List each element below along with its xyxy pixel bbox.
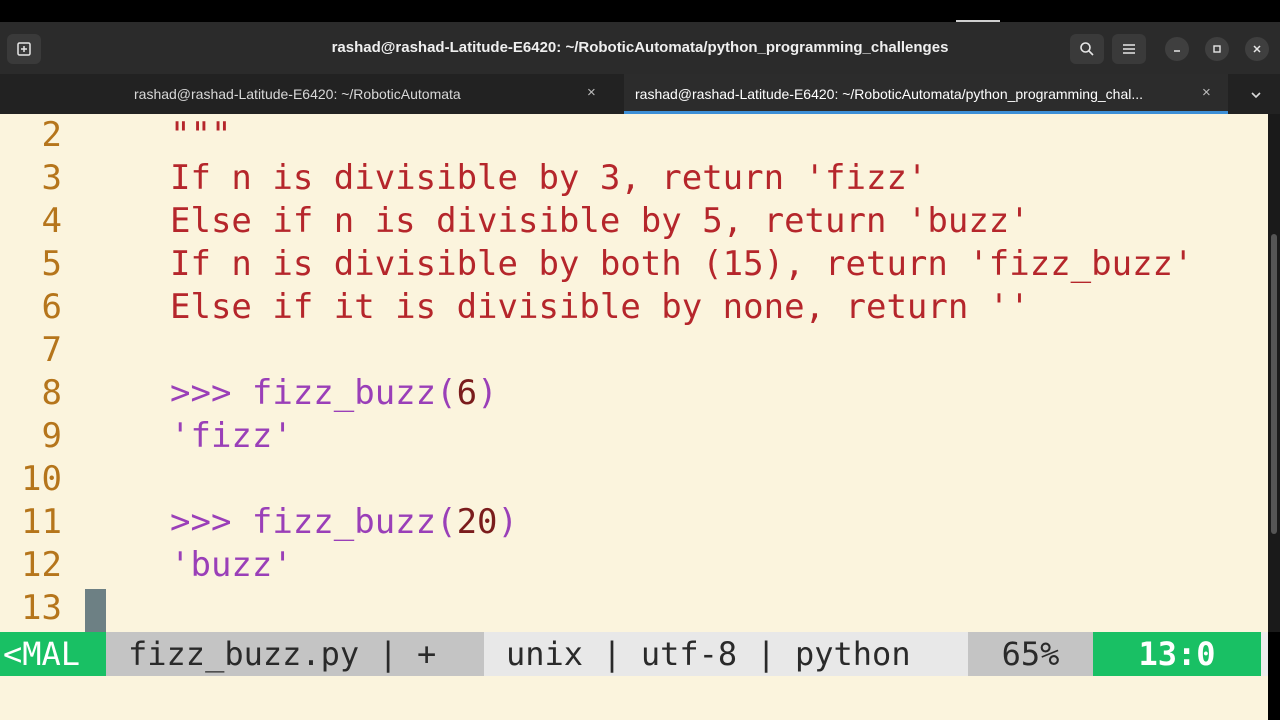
code-line: 2 """: [0, 114, 1268, 157]
code-line: 9 'fizz': [0, 415, 1268, 458]
search-icon: [1080, 42, 1094, 56]
tab-robotic-automata[interactable]: rashad@rashad-Latitude-E6420: ~/RoboticA…: [0, 74, 622, 114]
cursor-position: 13:0: [1093, 632, 1261, 676]
doctest-arg: 6: [456, 373, 478, 413]
code-text: If n is divisible by both (15), return '…: [170, 244, 1194, 284]
vim-editor[interactable]: 2 """ 3 If n is divisible by 3, return 'fi…: [0, 114, 1268, 632]
doctest-arg: 20: [456, 502, 498, 542]
hamburger-icon: [1123, 44, 1135, 54]
code-line: 11 >>> fizz_buzz(20): [0, 501, 1268, 544]
code-text: >>> fizz_buzz(20): [170, 501, 518, 544]
menu-button[interactable]: [1112, 34, 1146, 64]
code-line: 4 Else if n is divisible by 5, return 'bu…: [0, 200, 1268, 243]
code-text: 'buzz': [170, 545, 293, 585]
code-line: 3 If n is divisible by 3, return 'fizz': [0, 157, 1268, 200]
code-line: 13: [0, 587, 1268, 630]
line-number: 12: [21, 545, 62, 585]
code-text: >>> fizz_buzz(6): [170, 372, 498, 415]
file-name: fizz_buzz.py | +: [106, 632, 484, 676]
code-line: 10: [0, 458, 1268, 501]
command-line[interactable]: [0, 676, 1268, 720]
maximize-icon: [1213, 45, 1221, 53]
text-cursor: [85, 589, 106, 632]
doctest-prompt: >>> fizz_buzz(: [170, 502, 457, 542]
tab-python-programming-challenges[interactable]: rashad@rashad-Latitude-E6420: ~/RoboticA…: [624, 74, 1228, 114]
code-text: Else if it is divisible by none, return …: [170, 287, 1030, 327]
code-line: 5 If n is divisible by both (15), return …: [0, 243, 1268, 286]
line-number: 5: [41, 244, 62, 284]
top-panel: [0, 0, 1280, 22]
tab-overflow-button[interactable]: [1250, 86, 1262, 105]
vim-statusline: <MAL fizz_buzz.py | + unix | utf-8 | pyt…: [0, 632, 1268, 676]
search-button[interactable]: [1070, 34, 1104, 64]
line-number: 13: [21, 588, 62, 628]
maximize-button[interactable]: [1205, 37, 1229, 61]
code-line: 6 Else if it is divisible by none, return…: [0, 286, 1268, 329]
mode-indicator: <MAL: [0, 632, 106, 676]
scrollbar[interactable]: [1268, 114, 1280, 632]
line-number: 3: [41, 158, 62, 198]
tab-label: rashad@rashad-Latitude-E6420: ~/RoboticA…: [635, 86, 1144, 102]
tab-label: rashad@rashad-Latitude-E6420: ~/RoboticA…: [134, 86, 461, 102]
file-info: unix | utf-8 | python: [484, 632, 968, 676]
doctest-close: ): [497, 502, 519, 542]
line-number: 4: [41, 201, 62, 241]
doctest-prompt: >>> fizz_buzz(: [170, 373, 457, 413]
line-number: 9: [41, 416, 62, 456]
code-line: 8 >>> fizz_buzz(6): [0, 372, 1268, 415]
minimize-icon: [1174, 50, 1180, 52]
title-bar: rashad@rashad-Latitude-E6420: ~/RoboticA…: [0, 22, 1280, 74]
code-text: 'fizz': [170, 416, 293, 456]
scroll-percent: 65%: [968, 632, 1093, 676]
line-number: 11: [21, 502, 62, 542]
line-number: 2: [41, 115, 62, 155]
chevron-down-icon: [1251, 92, 1261, 99]
code-text: Else if n is divisible by 5, return 'buz…: [170, 201, 1030, 241]
code-text: """: [170, 115, 232, 155]
tab-close-icon[interactable]: ×: [587, 84, 596, 101]
code-line: 12 'buzz': [0, 544, 1268, 587]
tab-close-icon[interactable]: ×: [1202, 84, 1211, 101]
tab-bar: rashad@rashad-Latitude-E6420: ~/RoboticA…: [0, 74, 1280, 114]
scrollbar-thumb[interactable]: [1271, 234, 1277, 534]
close-icon: [1253, 45, 1261, 53]
code-line: 7: [0, 329, 1268, 372]
close-button[interactable]: [1245, 37, 1269, 61]
line-number: 7: [41, 330, 62, 370]
doctest-close: ): [477, 373, 498, 413]
minimize-button[interactable]: [1165, 37, 1189, 61]
line-number: 8: [41, 373, 62, 413]
code-text: If n is divisible by 3, return 'fizz': [170, 158, 928, 198]
line-number: 10: [21, 459, 62, 499]
line-number: 6: [41, 287, 62, 327]
